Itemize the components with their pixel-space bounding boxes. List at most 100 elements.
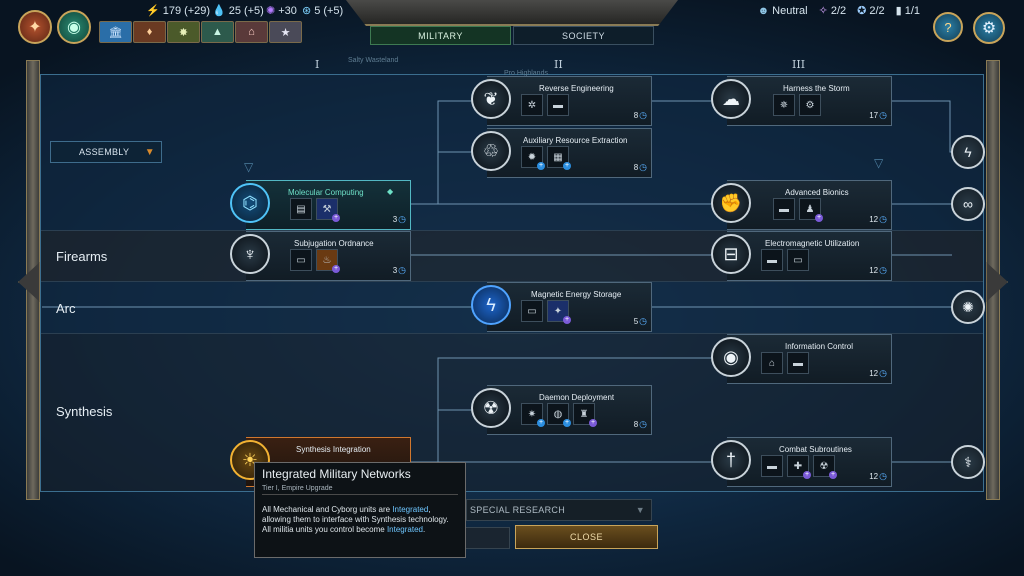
clock-icon: ◷ [639,316,647,326]
clock-icon: ◷ [398,265,406,275]
assembly-dropdown-label: ASSEMBLY [79,147,130,157]
secondary-button[interactable] [464,527,510,549]
unit-chip-icon[interactable]: ◍ + [547,403,571,427]
tech-cost: 5 ◷ [633,316,647,326]
tech-offscreen-network[interactable]: ✺ [951,290,985,324]
research-icon: ⊛ [302,5,312,17]
tech-electromagnetic-utilization[interactable]: ⊟ Electromagnetic Utilization ▬ ▭ 12 ◷ [711,231,892,281]
tech-offscreen-synthesis[interactable]: ⚕ [951,445,985,479]
unit-chip-icon[interactable]: ☢ + [813,455,837,479]
tech-advanced-bionics[interactable]: ✊ Advanced Bionics ▬ ♟ + 12 ◷ [711,180,892,230]
skull-icon: ☻ [757,4,770,17]
globe-icon: ◉ [67,19,81,36]
clock-icon: ◷ [879,265,887,275]
slot-indicator-a[interactable]: ✧ 2/2 [819,4,847,18]
stance-indicator[interactable]: ☻ Neutral [758,4,808,17]
unit-chip-icon[interactable]: ✵ [773,94,795,116]
unit-chip-icon[interactable]: ✷ + [521,403,545,427]
tech-cost: 17 ◷ [869,110,887,120]
unit-chip-icon[interactable]: ▭ [290,249,312,271]
trait-building-icon[interactable]: 🏛 [99,21,132,43]
unit-chip-icon[interactable]: ⚙ [799,94,821,116]
tech-molecular-computing[interactable]: ⌬ Molecular Computing ◆ ▤ ⚒ + 3 ◷ [230,180,411,230]
tab-society[interactable]: SOCIETY [513,26,654,45]
tech-harness-the-storm[interactable]: ☁ Harness the Storm ✵ ⚙ 17 ◷ [711,76,892,126]
clock-icon: ◷ [639,162,647,172]
slot-indicator-b[interactable]: ✪ 2/2 [857,4,885,18]
clock-icon: ◷ [879,110,887,120]
tech-daemon-deployment[interactable]: ☢ Daemon Deployment ✷ + ◍ + ♜ + 8 ◷ [471,385,652,435]
energy-value: 179 [162,4,182,17]
recycle-icon: ♲ [471,131,511,171]
trait-beast-icon[interactable]: ✸ [167,21,200,43]
settings-button[interactable]: ⚙ [973,12,1005,44]
special-research-dropdown[interactable]: SPECIAL RESEARCH ▼ [466,499,652,521]
storm-icon: ☁ [711,79,751,119]
empire-traits: 🏛 ♦ ✸ ▲ ⌂ ★ [99,21,302,43]
unit-chip-icon[interactable]: ▦ + [547,146,571,170]
tech-cost: 3 ◷ [392,265,406,275]
research-menu-button[interactable]: ◉ [57,10,91,44]
unit-chip-icon[interactable]: ♨ + [316,249,340,273]
tech-auxiliary-resource-extraction[interactable]: ♲ Auxiliary Resource Extraction ✹ + ▦ + 8 ◷ [471,128,652,178]
lane-label-synthesis: Synthesis [56,404,113,419]
tech-name: Reverse Engineering [539,84,614,93]
tech-information-control[interactable]: ◉ Information Control ⌂ ▬ 12 ◷ [711,334,892,384]
unit-chip-icon[interactable]: ▬ [547,94,569,116]
unit-chip-icon[interactable]: ♜ + [573,403,597,427]
trait-emblem-icon[interactable]: ♦ [133,21,166,43]
tech-offscreen-storm[interactable]: ϟ [951,135,985,169]
trait-ruins-icon[interactable]: ⌂ [235,21,268,43]
map-region-label: Salty Wasteland [348,57,399,64]
clock-icon: ◷ [879,471,887,481]
tech-combat-subroutines[interactable]: † Combat Subroutines ▬ ✚ + ☢ + 12 ◷ [711,437,892,487]
unit-chip-icon[interactable]: ✚ + [787,455,811,479]
unit-chip-icon[interactable]: ⌂ [761,352,783,374]
tier-1-marker: I [315,58,320,71]
unit-chip-icon[interactable]: ✲ [521,94,543,116]
unit-chip-icon[interactable]: ✹ + [521,146,545,170]
clock-icon: ◷ [398,214,406,224]
trait-city-icon[interactable]: ▲ [201,21,234,43]
unit-chip-icon[interactable]: ▬ [761,455,783,477]
eye-icon: ◉ [711,337,751,377]
unit-chip-icon[interactable]: ✦ + [547,300,571,324]
tech-tree-screen: ✦ ◉ ⚡ 179 (+29) 💧 25 (+5) ✺ +30 ⊛ 5 (+5)… [0,0,1024,576]
water-value: 25 [228,4,241,17]
special-research-label: SPECIAL RESEARCH [470,505,565,515]
help-button[interactable]: ? [933,12,963,42]
tech-subjugation-ordnance[interactable]: ♆ Subjugation Ordnance ▭ ♨ + 3 ◷ [230,231,411,281]
tech-cost: 12 ◷ [869,214,887,224]
unit-chip-icon[interactable]: ▭ [787,249,809,271]
unit-chip-icon[interactable]: ⚒ + [316,198,340,222]
resource-energy: ⚡ 179 (+29) [146,4,210,18]
bionic-arm-icon: ✊ [711,183,751,223]
unit-chip-icon[interactable]: ♟ + [799,198,823,222]
tech-reverse-engineering[interactable]: ❦ Reverse Engineering ✲ ▬ 8 ◷ [471,76,652,126]
unit-chip-icon[interactable]: ▬ [787,352,809,374]
dragon-icon: ❦ [471,79,511,119]
daemon-icon: ☢ [471,388,511,428]
tech-name: Information Control [785,342,854,351]
tab-military[interactable]: MILITARY [370,26,511,45]
slot-c-value: 1/1 [904,4,920,17]
unit-chip-icon[interactable]: ▬ [773,198,795,220]
empire-menu-button[interactable]: ✦ [18,10,52,44]
trait-stars-icon[interactable]: ★ [269,21,302,43]
tech-magnetic-energy-storage[interactable]: ϟ Magnetic Energy Storage ▭ ✦ + 5 ◷ [471,282,652,332]
tech-cost: 8 ◷ [633,162,647,172]
clock-icon: ◷ [639,419,647,429]
unit-chip-icon[interactable]: ▭ [521,300,543,322]
tech-name: Electromagnetic Utilization [765,239,860,248]
tech-name: Daemon Deployment [539,393,615,402]
close-button[interactable]: CLOSE [515,525,658,549]
assembly-dropdown[interactable]: ASSEMBLY ▼ [50,141,162,163]
tech-offscreen-dna[interactable]: ∞ [951,187,985,221]
slot-indicator-c[interactable]: ▮ 1/1 [895,4,920,18]
unit-chip-icon[interactable]: ▬ [761,249,783,271]
tower-icon: ▮ [895,5,902,17]
caret-down-icon: ▼ [635,505,645,515]
unit-chip-icon[interactable]: ▤ [290,198,312,220]
title-plate [346,0,678,26]
water-drop-icon: 💧 [212,5,226,17]
